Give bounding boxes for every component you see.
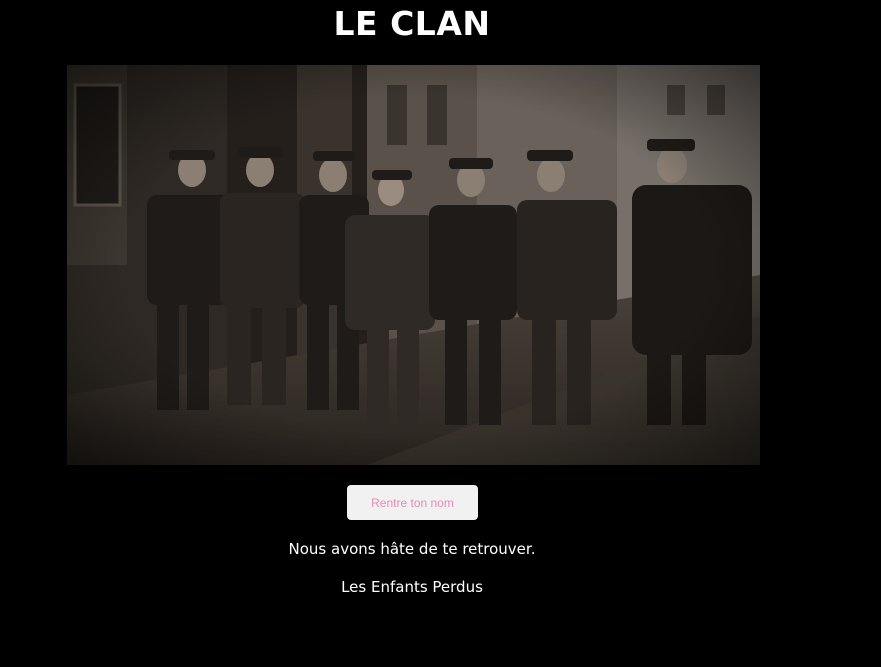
- welcome-message: Nous avons hâte de te retrouver.: [288, 540, 536, 558]
- signature-text: Les Enfants Perdus: [341, 578, 483, 596]
- group-photo-image: [67, 65, 760, 465]
- enter-name-button[interactable]: Rentre ton nom: [347, 485, 478, 520]
- group-photo: [67, 65, 760, 465]
- page-title: LE CLAN: [333, 4, 491, 43]
